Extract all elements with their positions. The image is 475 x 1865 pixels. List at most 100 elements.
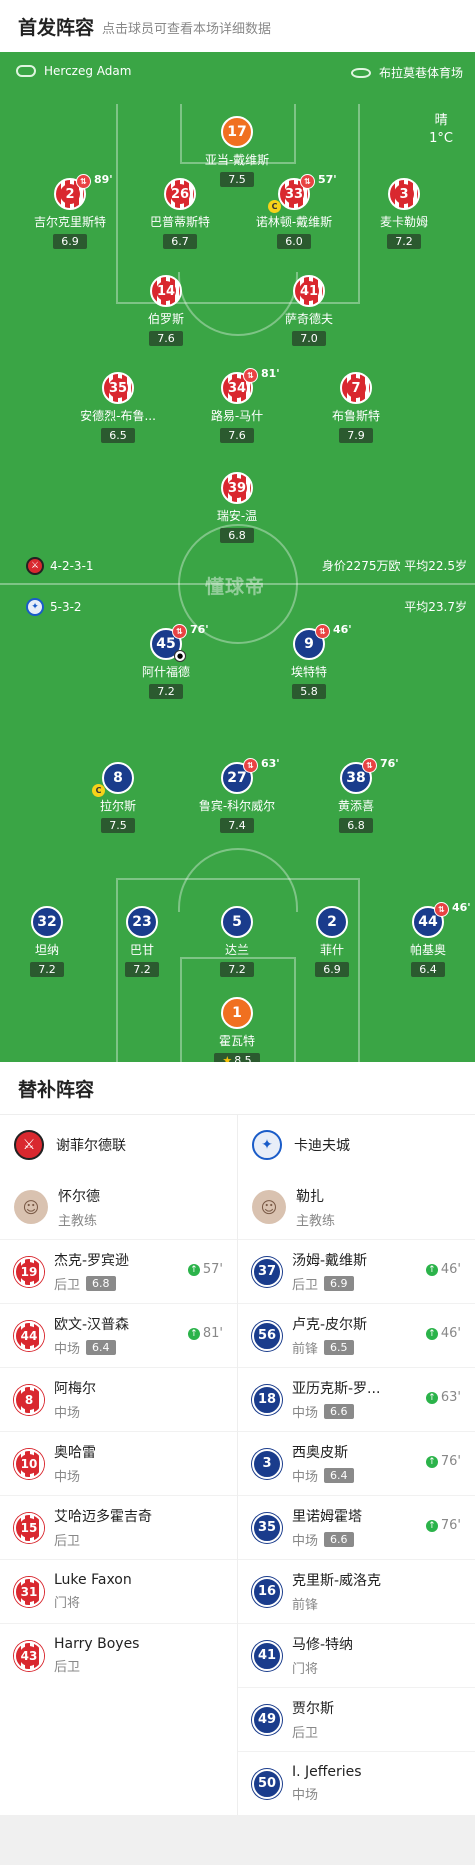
home-player[interactable]: 26 巴普蒂斯特 6.7 <box>125 178 235 249</box>
shirt-number-badge: 27 ⇅ 63' <box>221 757 280 794</box>
home-player[interactable]: 35 安德烈-布鲁... 6.5 <box>63 372 173 443</box>
player-rating: 7.5 <box>101 818 135 833</box>
home-team-row[interactable]: ⚔ 谢菲尔德联 <box>0 1115 237 1175</box>
sub-player-name: Harry Boyes <box>54 1636 140 1652</box>
shirt-number: 2 <box>60 184 80 204</box>
sub-on-minute-text: 46' <box>440 1262 461 1277</box>
referee-name: Herczeg Adam <box>44 64 132 78</box>
away-player[interactable]: 27 ⇅ 63' 鲁宾-科尔威尔 7.4 <box>182 757 292 833</box>
shirt-number-badge: 5 <box>221 906 253 938</box>
shirt-number: 26 <box>170 184 190 204</box>
sub-player-row[interactable]: 44 欧文-汉普森 中场 6.4 ↑ 81' <box>0 1303 237 1367</box>
sub-player-position: 中场 <box>54 1470 81 1485</box>
shirt-number: 41 <box>299 281 319 301</box>
away-player[interactable]: 5 达兰 7.2 <box>182 906 292 977</box>
shirt-number: 17 <box>227 124 247 140</box>
shirt-number: 15 <box>19 1517 39 1538</box>
sub-on-minute-text: 76' <box>440 1518 461 1533</box>
away-player[interactable]: 44 ⇅ 46' 帕基奥 6.4 <box>373 901 475 977</box>
shirt-number-badge: 7 <box>340 372 372 404</box>
sub-player-row[interactable]: 19 杰克-罗宾逊 后卫 6.8 ↑ 57' <box>0 1239 237 1303</box>
sub-player-row[interactable]: 3 西奥皮斯 中场 6.4 ↑ 76' <box>238 1431 475 1495</box>
shirt-number-badge: 38 ⇅ 76' <box>340 757 399 794</box>
shirt-number: 43 <box>19 1645 39 1666</box>
home-coach-row[interactable]: ☺ 怀尔德 主教练 <box>0 1175 237 1239</box>
home-player[interactable]: 41 萨奇德夫 7.0 <box>254 275 364 346</box>
away-player[interactable]: 38 ⇅ 76' 黄添喜 6.8 <box>301 757 411 833</box>
substitution-icon: ⇅ <box>300 174 315 189</box>
goal-ball-icon: ● <box>174 650 186 662</box>
sub-player-row[interactable]: 35 里诺姆霍塔 中场 6.6 ↑ 76' <box>238 1495 475 1559</box>
away-team-row[interactable]: ✦ 卡迪夫城 <box>238 1115 475 1175</box>
away-age-info: 平均23.7岁 <box>404 600 467 614</box>
player-rating: 6.5 <box>101 428 135 443</box>
sub-player-row[interactable]: 37 汤姆-戴维斯 后卫 6.9 ↑ 46' <box>238 1239 475 1303</box>
sub-minute: 63' <box>261 757 280 770</box>
player-name: 瑞安-温 <box>216 509 258 523</box>
player-rating: 7.4 <box>220 818 254 833</box>
sub-player-position: 中场 <box>292 1788 319 1803</box>
sub-player-row[interactable]: 56 卢克-皮尔斯 前锋 6.5 ↑ 46' <box>238 1303 475 1367</box>
weather-temp: 1°C <box>429 131 453 146</box>
shirt-number-badge: 56 <box>252 1320 282 1351</box>
home-player[interactable]: 17 亚当-戴维斯 7.5 <box>182 116 292 187</box>
player-name: 布鲁斯特 <box>331 409 380 423</box>
shirt-number: 38 <box>346 770 366 786</box>
player-name: 阿什福德 <box>141 665 190 679</box>
player-rating: 6.9 <box>315 962 349 977</box>
away-player[interactable]: 45 ⇅ 76' ● 阿什福德 7.2 <box>111 623 221 699</box>
home-player[interactable]: 39 瑞安-温 6.8 <box>182 472 292 543</box>
home-player[interactable]: 3 麦卡勒姆 7.2 <box>349 178 459 249</box>
away-player[interactable]: 8 C 拉尔斯 7.5 <box>63 762 173 833</box>
coach-avatar: ☺ <box>14 1190 48 1224</box>
shirt-number-badge: 44 <box>14 1320 44 1351</box>
away-player[interactable]: 23 巴甘 7.2 <box>87 906 197 977</box>
sub-player-row[interactable]: 16 克里斯-威洛克 前锋 <box>238 1559 475 1623</box>
sub-player-row[interactable]: 50 I. Jefferies 中场 <box>238 1751 475 1815</box>
sub-player-row[interactable]: 10 奥哈雷 中场 <box>0 1431 237 1495</box>
away-player[interactable]: 9 ⇅ 46' 埃特特 5.8 <box>254 623 364 699</box>
shirt-number-badge: 19 <box>14 1256 44 1287</box>
whistle-icon <box>16 65 36 77</box>
subs-title: 替补阵容 <box>0 1062 475 1115</box>
sub-player-position: 中场 <box>292 1470 319 1485</box>
away-coach-row[interactable]: ☺ 勒扎 主教练 <box>238 1175 475 1239</box>
player-rating: 6.7 <box>163 234 197 249</box>
sub-player-position: 中场 <box>54 1342 81 1357</box>
lineup-subtitle: 点击球员可查看本场详细数据 <box>102 22 272 37</box>
player-name: 霍瓦特 <box>218 1034 255 1048</box>
sub-player-name: 阿梅尔 <box>54 1381 96 1397</box>
shirt-number-badge: 37 <box>252 1256 282 1287</box>
sub-player-name: 欧文-汉普森 <box>54 1317 130 1333</box>
sub-player-row[interactable]: 49 贾尔斯 后卫 <box>238 1687 475 1751</box>
home-player[interactable]: 2 ⇅ 89' 吉尔克里斯特 6.9 <box>15 173 125 249</box>
sub-player-row[interactable]: 41 马修-特纳 门将 <box>238 1623 475 1687</box>
home-player[interactable]: 14 伯罗斯 7.6 <box>111 275 221 346</box>
shirt-number-badge: 34 ⇅ 81' <box>221 367 280 404</box>
sub-player-row[interactable]: 31 Luke Faxon 门将 <box>0 1559 237 1623</box>
away-player[interactable]: 1 霍瓦特 8.5 <box>182 997 292 1062</box>
sub-on-minute-text: 57' <box>202 1262 223 1277</box>
sub-on-minute-text: 81' <box>202 1326 223 1341</box>
shirt-number-badge: 39 <box>221 472 253 504</box>
shirt-number-badge: 2 <box>316 906 348 938</box>
away-player[interactable]: 2 菲什 6.9 <box>277 906 387 977</box>
shirt-number-badge: 8C <box>92 762 134 797</box>
home-player[interactable]: 33 ⇅ 57' C 诺林顿-戴维斯 6.0 <box>239 173 349 249</box>
sub-player-row[interactable]: 15 艾哈迈多霍吉奇 后卫 <box>0 1495 237 1559</box>
sub-player-rating: 6.5 <box>324 1340 354 1355</box>
sub-on-minute: ↑ 46' <box>425 1326 461 1341</box>
home-player[interactable]: 7 布鲁斯特 7.9 <box>301 372 411 443</box>
sub-player-name: 奥哈雷 <box>54 1445 96 1461</box>
weather-info: 晴 1°C <box>429 112 453 148</box>
sub-player-row[interactable]: 8 阿梅尔 中场 <box>0 1367 237 1431</box>
sub-on-minute-text: 76' <box>440 1454 461 1469</box>
shirt-number: 3 <box>394 184 414 204</box>
shirt-number: 14 <box>156 281 176 301</box>
sheffield-logo-icon: ⚔ <box>14 1130 44 1160</box>
sub-player-position: 门将 <box>292 1662 319 1677</box>
sub-player-row[interactable]: 43 Harry Boyes 后卫 <box>0 1623 237 1687</box>
home-player[interactable]: 34 ⇅ 81' 路易-马什 7.6 <box>182 367 292 443</box>
sub-player-position: 后卫 <box>54 1534 81 1549</box>
sub-player-row[interactable]: 18 亚历克斯-罗... 中场 6.6 ↑ 63' <box>238 1367 475 1431</box>
